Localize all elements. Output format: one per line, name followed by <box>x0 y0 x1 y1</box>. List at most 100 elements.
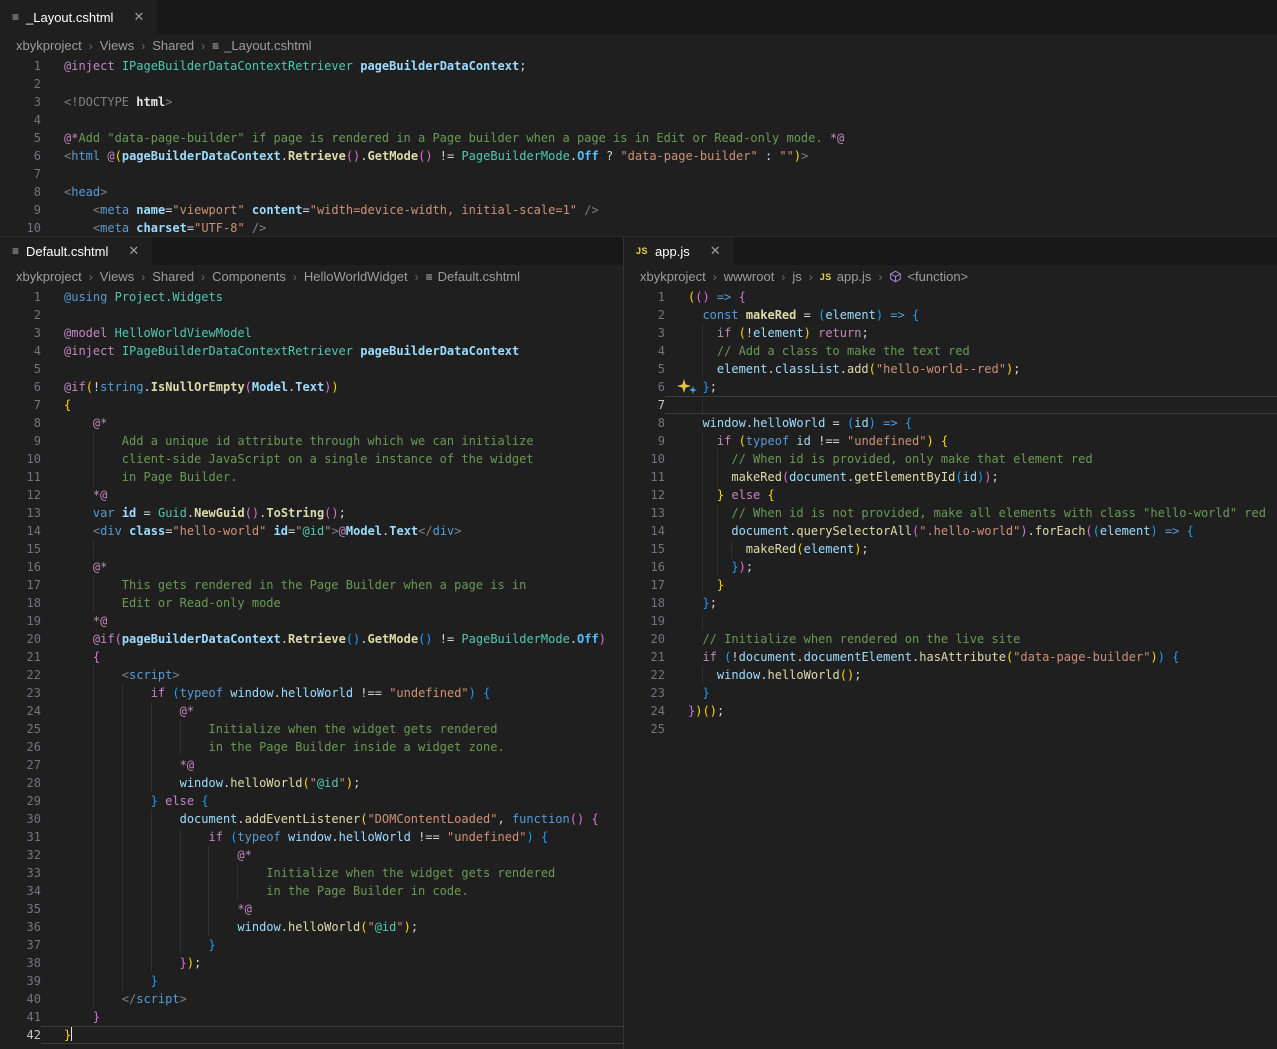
code-line[interactable]: 15 <box>0 540 623 558</box>
code-line[interactable]: 25 <box>624 720 1277 738</box>
code-editor[interactable]: 1(() => {2 const makeRed = (element) => … <box>624 288 1277 1049</box>
code-line[interactable]: 6<html @(pageBuilderDataContext.Retrieve… <box>0 147 1277 165</box>
code-line[interactable]: 13 var id = Guid.NewGuid().ToString(); <box>0 504 623 522</box>
code-line[interactable]: 11 in Page Builder. <box>0 468 623 486</box>
code-line[interactable]: 7{ <box>0 396 623 414</box>
code-line[interactable]: 27 *@ <box>0 756 623 774</box>
code-line[interactable]: 26 in the Page Builder inside a widget z… <box>0 738 623 756</box>
code-line[interactable]: 9 if (typeof id !== "undefined") { <box>624 432 1277 450</box>
code-line[interactable]: 12 } else { <box>624 486 1277 504</box>
code-line[interactable]: 2 const makeRed = (element) => { <box>624 306 1277 324</box>
code-line[interactable]: 33 Initialize when the widget gets rende… <box>0 864 623 882</box>
code-line[interactable]: 41 } <box>0 1008 623 1026</box>
breadcrumb-item[interactable]: Views <box>100 38 134 53</box>
breadcrumb-item[interactable]: wwwroot <box>724 269 775 284</box>
code-line[interactable]: 30 document.addEventListener("DOMContent… <box>0 810 623 828</box>
code-line[interactable]: 17 This gets rendered in the Page Builde… <box>0 576 623 594</box>
code-line[interactable]: 16 @* <box>0 558 623 576</box>
code-line[interactable]: 37 } <box>0 936 623 954</box>
code-line[interactable]: 14 <div class="hello-world" id="@id">@Mo… <box>0 522 623 540</box>
code-line[interactable]: 35 *@ <box>0 900 623 918</box>
code-line[interactable]: 29 } else { <box>0 792 623 810</box>
code-line[interactable]: 23 if (typeof window.helloWorld !== "und… <box>0 684 623 702</box>
code-line[interactable]: 40 </script> <box>0 990 623 1008</box>
code-line[interactable]: 8 @* <box>0 414 623 432</box>
code-line[interactable]: 12 *@ <box>0 486 623 504</box>
code-line[interactable]: 20 // Initialize when rendered on the li… <box>624 630 1277 648</box>
close-icon[interactable]: ✕ <box>130 8 147 26</box>
code-line[interactable]: 8<head> <box>0 183 1277 201</box>
code-line[interactable]: 10 // When id is provided, only make tha… <box>624 450 1277 468</box>
code-line[interactable]: 4 // Add a class to make the text red <box>624 342 1277 360</box>
copilot-sparkle-icon[interactable] <box>677 379 699 395</box>
code-line[interactable]: 20 @if(pageBuilderDataContext.Retrieve()… <box>0 630 623 648</box>
code-line[interactable]: 34 in the Page Builder in code. <box>0 882 623 900</box>
code-line[interactable]: 38 }); <box>0 954 623 972</box>
code-line[interactable]: 32 @* <box>0 846 623 864</box>
code-line[interactable]: 21 if (!document.documentElement.hasAttr… <box>624 648 1277 666</box>
code-line[interactable]: 1(() => { <box>624 288 1277 306</box>
code-line[interactable]: 4 <box>0 111 1277 129</box>
tab-app-js[interactable]: JS app.js ✕ <box>624 237 734 265</box>
breadcrumb-item[interactable]: Shared <box>152 269 194 284</box>
breadcrumb-item[interactable]: Components <box>212 269 286 284</box>
code-line[interactable]: 28 window.helloWorld("@id"); <box>0 774 623 792</box>
code-line[interactable]: 36 window.helloWorld("@id"); <box>0 918 623 936</box>
code-line[interactable]: 7 <box>624 396 1277 414</box>
code-line[interactable]: 24 @* <box>0 702 623 720</box>
tab-layout-cshtml[interactable]: ≡ _Layout.cshtml ✕ <box>0 0 157 34</box>
breadcrumb-item[interactable]: js <box>792 269 801 284</box>
code-line[interactable]: 5 <box>0 360 623 378</box>
code-line[interactable]: 42} <box>0 1026 623 1044</box>
code-line[interactable]: 22 <script> <box>0 666 623 684</box>
tab-default-cshtml[interactable]: ≡ Default.cshtml ✕ <box>0 237 152 265</box>
code-editor[interactable]: 1@inject IPageBuilderDataContextRetrieve… <box>0 57 1277 236</box>
code-line[interactable]: 17 } <box>624 576 1277 594</box>
code-line[interactable]: 1@using Project.Widgets <box>0 288 623 306</box>
code-line[interactable]: 22 window.helloWorld(); <box>624 666 1277 684</box>
breadcrumb-item[interactable]: ≡Default.cshtml <box>426 269 520 284</box>
breadcrumb-item[interactable]: Views <box>100 269 134 284</box>
code-line[interactable]: 1@inject IPageBuilderDataContextRetrieve… <box>0 57 1277 75</box>
breadcrumb-item[interactable]: HelloWorldWidget <box>304 269 408 284</box>
breadcrumb-item[interactable]: JSapp.js <box>820 269 872 284</box>
code-line[interactable]: 24})(); <box>624 702 1277 720</box>
code-line[interactable]: 7 <box>0 165 1277 183</box>
code-line[interactable]: 9 <meta name="viewport" content="width=d… <box>0 201 1277 219</box>
code-line[interactable]: 21 { <box>0 648 623 666</box>
code-line[interactable]: 10 <meta charset="UTF-8" /> <box>0 219 1277 236</box>
code-line[interactable]: 2 <box>0 75 1277 93</box>
code-line[interactable]: 14 document.querySelectorAll(".hello-wor… <box>624 522 1277 540</box>
code-line[interactable]: 6 }; <box>624 378 1277 396</box>
code-line[interactable]: 19 <box>624 612 1277 630</box>
close-icon[interactable]: ✕ <box>707 242 724 260</box>
code-line[interactable]: 5@*Add "data-page-builder" if page is re… <box>0 129 1277 147</box>
breadcrumb-item[interactable]: Shared <box>152 38 194 53</box>
code-line[interactable]: 19 *@ <box>0 612 623 630</box>
code-line[interactable]: 4@inject IPageBuilderDataContextRetrieve… <box>0 342 623 360</box>
code-line[interactable]: 3@model HelloWorldViewModel <box>0 324 623 342</box>
breadcrumb-item[interactable]: xbykproject <box>640 269 706 284</box>
code-line[interactable]: 11 makeRed(document.getElementById(id)); <box>624 468 1277 486</box>
breadcrumb-item[interactable]: xbykproject <box>16 38 82 53</box>
code-line[interactable]: 23 } <box>624 684 1277 702</box>
code-line[interactable]: 5 element.classList.add("hello-world--re… <box>624 360 1277 378</box>
code-line[interactable]: 15 makeRed(element); <box>624 540 1277 558</box>
code-line[interactable]: 2 <box>0 306 623 324</box>
code-line[interactable]: 6@if(!string.IsNullOrEmpty(Model.Text)) <box>0 378 623 396</box>
code-line[interactable]: 13 // When id is not provided, make all … <box>624 504 1277 522</box>
code-line[interactable]: 3<!DOCTYPE html> <box>0 93 1277 111</box>
code-line[interactable]: 10 client-side JavaScript on a single in… <box>0 450 623 468</box>
code-line[interactable]: 18 }; <box>624 594 1277 612</box>
breadcrumb-item[interactable]: xbykproject <box>16 269 82 284</box>
code-editor[interactable]: 1@using Project.Widgets23@model HelloWor… <box>0 288 623 1049</box>
close-icon[interactable]: ✕ <box>125 242 142 260</box>
breadcrumb-item[interactable]: ≡_Layout.cshtml <box>212 38 311 53</box>
breadcrumb-item[interactable]: <function> <box>889 269 968 284</box>
code-line[interactable]: 39 } <box>0 972 623 990</box>
code-line[interactable]: 25 Initialize when the widget gets rende… <box>0 720 623 738</box>
code-line[interactable]: 9 Add a unique id attribute through whic… <box>0 432 623 450</box>
code-line[interactable]: 18 Edit or Read-only mode <box>0 594 623 612</box>
code-line[interactable]: 31 if (typeof window.helloWorld !== "und… <box>0 828 623 846</box>
code-line[interactable]: 16 }); <box>624 558 1277 576</box>
